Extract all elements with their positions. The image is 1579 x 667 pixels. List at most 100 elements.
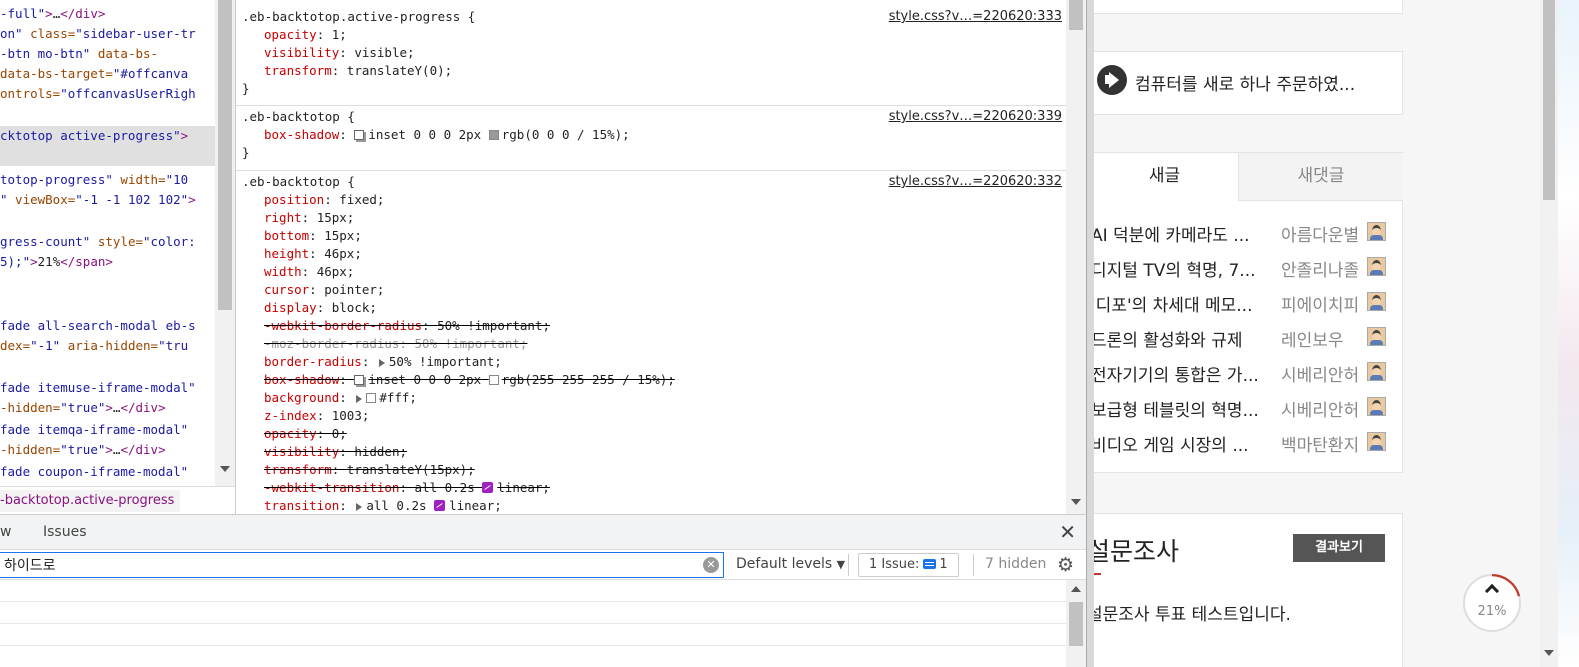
console-scroll-thumb[interactable] (1069, 602, 1083, 646)
css-property-name[interactable]: box-shadow (264, 372, 339, 387)
dom-node-line[interactable]: 5);">21%</span> (0, 252, 113, 272)
source-link[interactable]: style.css?v…=220620:339 (889, 109, 1062, 124)
dom-node-line[interactable]: -full">…</div> (0, 4, 105, 24)
css-property-value[interactable]: #fff; (379, 390, 417, 405)
dom-node-line[interactable]: -hidden="true">…</div> (0, 440, 166, 460)
css-selector[interactable]: .eb-backtotop.active-progress { (242, 9, 475, 24)
css-declaration[interactable]: right: 15px; (264, 210, 354, 225)
css-property-name[interactable]: transform (264, 462, 332, 477)
css-property-value[interactable]: inset 0 0 0 2px (368, 372, 481, 387)
css-property-value[interactable]: inset 0 0 0 2px (368, 127, 481, 142)
css-property-name[interactable]: opacity (264, 27, 317, 42)
css-property-name[interactable]: opacity (264, 426, 317, 441)
gear-icon[interactable]: ⚙ (1057, 554, 1074, 576)
post-author[interactable]: 안졸리나졸 (1281, 256, 1365, 281)
list-item[interactable]: 드론의 활성화와 규제 레인보우 (1094, 320, 1391, 355)
expand-triangle-icon[interactable] (378, 358, 385, 367)
css-property-name[interactable]: height (264, 246, 309, 261)
css-property-value[interactable]: 46px; (324, 246, 362, 261)
color-swatch[interactable] (366, 393, 377, 403)
shadow-editor-icon[interactable] (354, 375, 365, 385)
css-declaration[interactable]: visibility: hidden; (264, 444, 407, 459)
post-title[interactable]: 디지털 TV의 혁명, 7... (1094, 256, 1277, 281)
breadcrumb-item[interactable]: -backtotop.active-progress (0, 490, 181, 512)
post-title[interactable]: 드론의 활성화와 규제 (1094, 326, 1277, 351)
css-declaration[interactable]: box-shadow: inset 0 0 0 2px rgb(255 255 … (264, 372, 675, 387)
css-declaration[interactable]: -moz-border-radius: 50% !important; (264, 336, 527, 351)
dom-node-line[interactable]: fade all-search-modal eb-s (0, 316, 196, 336)
css-property-value[interactable]: 15px; (324, 228, 362, 243)
dom-node-line[interactable]: data-bs-target="#offcanva (0, 64, 188, 84)
color-swatch[interactable] (488, 375, 499, 385)
source-link[interactable]: style.css?v…=220620:333 (889, 9, 1062, 24)
tab-issues[interactable]: Issues (43, 524, 87, 540)
tab-new-posts[interactable]: 새글 (1094, 153, 1238, 201)
css-declaration[interactable]: transform: translateY(15px); (264, 462, 475, 477)
easing-editor-icon[interactable] (482, 482, 494, 493)
scroll-down-arrow-icon[interactable] (220, 466, 230, 472)
css-property-name[interactable]: visibility (264, 444, 339, 459)
dom-node-line[interactable]: dex="-1" aria-hidden="tru (0, 336, 188, 356)
scroll-down-arrow-icon[interactable] (1071, 499, 1081, 505)
dom-node-line[interactable]: " viewBox="-1 -1 102 102"> (0, 190, 196, 210)
css-property-value[interactable]: rgb(0 0 0 / 15%); (502, 127, 630, 142)
console-scrollbar[interactable] (1066, 580, 1086, 667)
list-item[interactable]: 비디오 게임 시장의 ... 백마탄환지 (1094, 425, 1391, 460)
issues-button[interactable]: 1 Issue: 1 (858, 553, 959, 577)
css-property-value[interactable]: visible; (354, 45, 414, 60)
css-declaration[interactable]: box-shadow: inset 0 0 0 2px rgb(0 0 0 / … (264, 127, 630, 142)
tab-overview[interactable]: w (0, 524, 11, 540)
css-property-value[interactable]: block; (332, 300, 377, 315)
css-declaration[interactable]: width: 46px; (264, 264, 354, 279)
css-property-value[interactable]: linear; (497, 480, 550, 495)
post-title[interactable]: 비디오 게임 시장의 ... (1094, 431, 1277, 456)
list-item[interactable]: 보급형 테블릿의 혁명... 시베리안허 (1094, 390, 1391, 425)
source-link[interactable]: style.css?v…=220620:332 (889, 174, 1062, 189)
css-property-value[interactable]: 1; (332, 27, 347, 42)
elements-scrollbar[interactable] (215, 0, 235, 486)
devtools-frame-divider[interactable] (1086, 0, 1094, 667)
list-item[interactable]: 디지털 TV의 혁명, 7... 안졸리나졸 (1094, 250, 1391, 285)
css-property-name[interactable]: -webkit-border-radius (264, 318, 422, 333)
css-declaration[interactable]: opacity: 1; (264, 27, 347, 42)
color-swatch[interactable] (488, 130, 499, 140)
tab-new-comments[interactable]: 새댓글 (1238, 153, 1403, 201)
css-declaration[interactable]: border-radius: 50% !important; (264, 354, 502, 369)
post-author[interactable]: 피에이치피 (1281, 291, 1365, 316)
back-to-top-button[interactable]: 21% (1463, 574, 1521, 632)
post-title[interactable]: '디포'의 차세대 메모... (1094, 291, 1277, 316)
css-property-value[interactable]: 46px; (317, 264, 355, 279)
styles-scroll-thumb[interactable] (1069, 0, 1083, 30)
css-property-value[interactable]: rgb(255 255 255 / 15%); (502, 372, 675, 387)
post-author[interactable]: 시베리안허 (1281, 396, 1365, 421)
styles-scrollbar[interactable] (1066, 0, 1086, 514)
dom-node-line[interactable]: -hidden="true">…</div> (0, 398, 166, 418)
css-property-value[interactable]: fixed; (339, 192, 384, 207)
clear-icon[interactable]: ✕ (703, 557, 719, 573)
dom-node-line[interactable]: ontrols="offcanvasUserRigh (0, 84, 196, 104)
post-title[interactable]: 보급형 테블릿의 혁명... (1094, 396, 1277, 421)
expand-triangle-icon[interactable] (356, 502, 363, 511)
dom-node-line[interactable]: -btn mo-btn" data-bs- (0, 44, 158, 64)
dom-node-line[interactable]: fade itemuse-iframe-modal" (0, 378, 196, 398)
css-property-value[interactable]: 50% !important; (415, 336, 528, 351)
css-property-value[interactable]: 1003; (332, 408, 370, 423)
css-property-value[interactable]: linear; (449, 498, 502, 513)
dom-node-line[interactable]: fade coupon-iframe-modal" (0, 462, 188, 482)
css-declaration[interactable]: -webkit-transition: all 0.2s linear; (264, 480, 550, 495)
css-property-name[interactable]: bottom (264, 228, 309, 243)
css-declaration[interactable]: cursor: pointer; (264, 282, 384, 297)
css-property-value[interactable]: hidden; (354, 444, 407, 459)
css-property-name[interactable]: transform (264, 63, 332, 78)
post-author[interactable]: 레인보우 (1281, 326, 1365, 351)
css-property-name[interactable]: -webkit-transition (264, 480, 399, 495)
dom-node-line[interactable]: gress-count" style="color: (0, 232, 196, 252)
page-scrollbar[interactable] (1540, 0, 1558, 667)
css-property-name[interactable]: visibility (264, 45, 339, 60)
css-property-value[interactable]: all 0.2s (415, 480, 475, 495)
css-declaration[interactable]: z-index: 1003; (264, 408, 369, 423)
dom-node-line[interactable]: totop-progress" width="10 (0, 170, 188, 190)
page-scroll-thumb[interactable] (1543, 0, 1555, 200)
css-declaration[interactable]: display: block; (264, 300, 377, 315)
selected-dom-node[interactable]: cktotop active-progress"> (0, 126, 215, 166)
